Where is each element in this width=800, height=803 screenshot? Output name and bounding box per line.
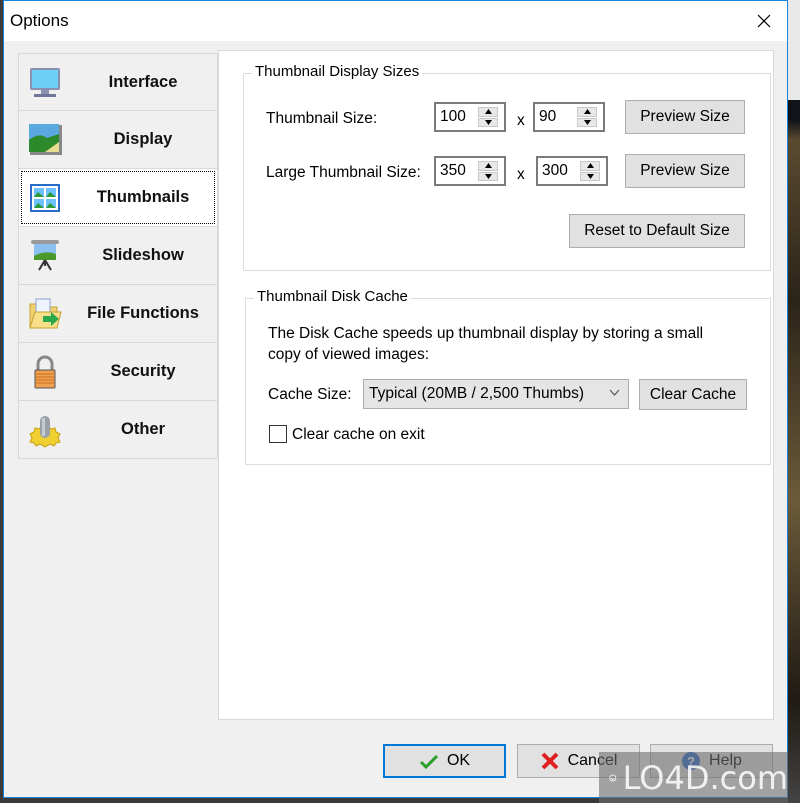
folder-arrow-icon: [29, 298, 62, 329]
sidebar-item-thumbnails[interactable]: Thumbnails: [18, 169, 218, 227]
options-dialog: Options Interface Display Thumbnails Sli…: [3, 0, 788, 798]
cache-size-dropdown[interactable]: Typical (20MB / 2,500 Thumbs): [363, 379, 629, 409]
sidebar-item-label: Thumbnails: [96, 188, 190, 206]
sidebar-item-display[interactable]: Display: [18, 111, 218, 169]
reset-default-size-button[interactable]: Reset to Default Size: [569, 214, 745, 248]
arrow-up-icon: [583, 109, 591, 115]
group-title: Thumbnail Display Sizes: [252, 63, 423, 80]
thumbnails-grid-icon: [30, 184, 60, 212]
spin-down-button[interactable]: [580, 171, 600, 181]
clear-cache-on-exit-label[interactable]: Clear cache on exit: [292, 426, 425, 444]
arrow-down-icon: [484, 173, 492, 179]
group-title: Thumbnail Disk Cache: [254, 288, 411, 305]
thumbnail-height-spinner[interactable]: 90: [533, 102, 605, 132]
thumbnail-width-spinner[interactable]: 100: [434, 102, 506, 132]
checkmark-icon: [419, 754, 438, 770]
thumbnail-size-label: Thumbnail Size:: [266, 110, 378, 127]
arrow-up-icon: [586, 163, 594, 169]
spin-down-button[interactable]: [478, 117, 498, 127]
watermark-text: LO4D.com: [622, 758, 788, 797]
monitor-icon: [30, 68, 60, 97]
cache-size-selected: Typical (20MB / 2,500 Thumbs): [369, 385, 585, 402]
spin-down-button[interactable]: [478, 171, 498, 181]
spin-down-button[interactable]: [577, 117, 597, 127]
thumbnails-settings-panel: Thumbnail Display Sizes Thumbnail Size: …: [218, 50, 774, 720]
thumbnail-width-value[interactable]: 100: [440, 108, 466, 126]
sidebar-item-label: File Functions: [87, 304, 199, 322]
large-height-spinner[interactable]: 300: [536, 156, 608, 186]
large-preview-size-button[interactable]: Preview Size: [625, 154, 745, 188]
large-width-value[interactable]: 350: [440, 162, 466, 180]
gear-cylinder-icon: [29, 416, 61, 448]
title-bar: Options: [4, 1, 787, 41]
cache-description-line-1: The Disk Cache speeds up thumbnail displ…: [268, 325, 704, 342]
red-x-icon: [541, 752, 559, 770]
landscape-picture-icon: [29, 124, 62, 155]
preview-size-button[interactable]: Preview Size: [625, 100, 745, 134]
sidebar-item-label: Slideshow: [102, 246, 184, 264]
arrow-down-icon: [484, 119, 492, 125]
close-button[interactable]: [741, 1, 787, 41]
times-separator: x: [517, 166, 525, 183]
large-height-value[interactable]: 300: [542, 162, 568, 180]
spin-up-button[interactable]: [478, 161, 498, 171]
spin-up-button[interactable]: [577, 107, 597, 117]
arrow-up-icon: [484, 109, 492, 115]
large-thumbnail-size-label: Large Thumbnail Size:: [266, 164, 421, 181]
cache-description-line-2: copy of viewed images:: [268, 346, 430, 363]
close-icon: [757, 14, 771, 28]
sidebar-item-label: Other: [120, 420, 165, 438]
background-desktop: [788, 0, 800, 803]
arrow-up-icon: [484, 163, 492, 169]
sidebar-item-other[interactable]: Other: [18, 401, 218, 459]
sidebar-item-label: Display: [113, 130, 173, 148]
chevron-down-icon: [609, 389, 620, 396]
projector-screen-icon: [31, 240, 59, 271]
sidebar-item-interface[interactable]: Interface: [18, 53, 218, 111]
spin-up-button[interactable]: [478, 107, 498, 117]
times-separator: x: [517, 112, 525, 129]
thumbnail-height-value[interactable]: 90: [539, 108, 556, 126]
large-width-spinner[interactable]: 350: [434, 156, 506, 186]
ok-label: OK: [446, 752, 471, 769]
arrow-down-icon: [586, 173, 594, 179]
spin-up-button[interactable]: [580, 161, 600, 171]
clear-cache-button[interactable]: Clear Cache: [639, 379, 747, 410]
sidebar-item-label: Interface: [108, 72, 178, 91]
sidebar-item-file-functions[interactable]: File Functions: [18, 285, 218, 343]
cache-size-label: Cache Size:: [268, 386, 352, 403]
thumbnail-display-sizes-group: Thumbnail Display Sizes Thumbnail Size: …: [243, 63, 771, 271]
window-title: Options: [10, 11, 69, 30]
ok-button[interactable]: OK: [383, 744, 506, 778]
sidebar-item-slideshow[interactable]: Slideshow: [18, 227, 218, 285]
lo4d-logo-icon: [609, 773, 617, 782]
arrow-down-icon: [583, 119, 591, 125]
options-sidebar: Interface Display Thumbnails Slideshow F…: [18, 53, 218, 459]
watermark: LO4D.com: [599, 752, 788, 803]
padlock-icon: [34, 355, 56, 389]
clear-cache-on-exit-checkbox[interactable]: [269, 425, 287, 443]
sidebar-item-security[interactable]: Security: [18, 343, 218, 401]
sidebar-item-label: Security: [110, 362, 176, 380]
thumbnail-disk-cache-group: Thumbnail Disk Cache The Disk Cache spee…: [245, 288, 771, 465]
